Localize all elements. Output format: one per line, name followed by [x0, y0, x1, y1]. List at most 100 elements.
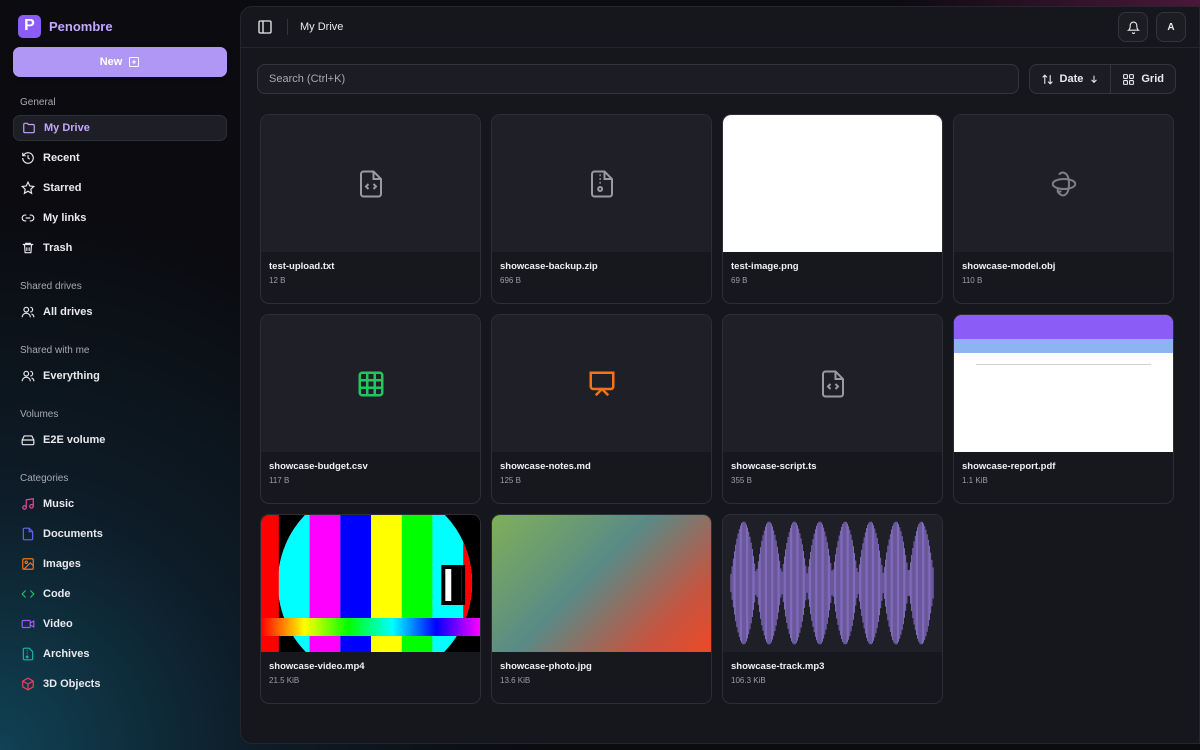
file-card[interactable]: showcase-backup.zip 696 B: [491, 114, 712, 304]
file-card[interactable]: showcase-photo.jpg 13.6 KiB: [491, 514, 712, 704]
sidebar-item-label: Video: [43, 618, 73, 630]
file-card[interactable]: showcase-notes.md 125 B: [491, 314, 712, 504]
file-size: 696 B: [500, 276, 521, 285]
view-mode-label: Grid: [1141, 73, 1164, 85]
file-thumbnail: [723, 315, 942, 452]
sidebar-item-archives[interactable]: Archives: [13, 641, 227, 667]
file-name: showcase-budget.csv: [269, 461, 368, 472]
file-code-icon: [359, 170, 382, 197]
image-icon: [22, 558, 34, 570]
archive-icon: [22, 647, 34, 661]
sidebar-item-label: Images: [43, 558, 81, 570]
plus-square-icon: [129, 57, 140, 67]
sidebar-item-everything[interactable]: Everything: [13, 363, 227, 389]
arrow-down-icon: [1091, 75, 1098, 84]
pdf-preview-header: [954, 315, 1173, 339]
sidebar-item-music[interactable]: Music: [13, 491, 227, 517]
sort-button[interactable]: Date: [1030, 65, 1111, 93]
spreadsheet-icon: [358, 371, 383, 396]
file-name: test-image.png: [731, 261, 799, 272]
file-size: 106.3 KiB: [731, 676, 766, 685]
sidebar-item-label: Code: [43, 588, 71, 600]
sidebar-item-label: Everything: [43, 370, 100, 382]
file-card[interactable]: showcase-report.pdf 1.1 KiB: [953, 314, 1174, 504]
breadcrumb[interactable]: My Drive: [300, 21, 343, 33]
file-size: 125 B: [500, 476, 521, 485]
brand[interactable]: P Penombre: [13, 0, 227, 52]
file-thumbnail: [954, 115, 1173, 252]
file-card[interactable]: showcase-model.obj 110 B: [953, 114, 1174, 304]
sidebar-item-label: Recent: [43, 152, 80, 164]
test-pattern-preview: [261, 515, 480, 652]
rotate-3d-icon: [1051, 171, 1076, 196]
file-card[interactable]: test-upload.txt 12 B: [260, 114, 481, 304]
sidebar-item-label: My Drive: [44, 122, 90, 134]
view-mode-button[interactable]: Grid: [1110, 65, 1175, 93]
file-size: 117 B: [269, 476, 290, 485]
section-title-shared-drives: Shared drives: [20, 281, 82, 292]
file-card[interactable]: showcase-video.mp4 21.5 KiB: [260, 514, 481, 704]
grid-icon: [1123, 73, 1135, 85]
link-icon: [21, 214, 35, 222]
cube-icon: [22, 677, 34, 691]
document-icon: [22, 527, 34, 541]
file-name: showcase-script.ts: [731, 461, 817, 472]
sidebar-item-starred[interactable]: Starred: [13, 175, 227, 201]
sidebar-item-label: All drives: [43, 306, 93, 318]
avatar[interactable]: A: [1156, 12, 1186, 42]
sidebar-item-images[interactable]: Images: [13, 551, 227, 577]
file-size: 21.5 KiB: [269, 676, 300, 685]
topbar-actions: A: [1118, 12, 1186, 42]
sidebar-item-recent[interactable]: Recent: [13, 145, 227, 171]
new-button[interactable]: New: [13, 47, 227, 77]
sidebar-toggle-icon[interactable]: [257, 19, 273, 35]
sidebar-item-all-drives[interactable]: All drives: [13, 299, 227, 325]
file-size: 13.6 KiB: [500, 676, 531, 685]
section-title-categories: Categories: [20, 473, 69, 484]
notifications-button[interactable]: [1118, 12, 1148, 42]
topbar: My Drive A: [241, 7, 1199, 48]
file-name: showcase-video.mp4: [269, 661, 365, 672]
file-name: showcase-track.mp3: [731, 661, 825, 672]
file-name: showcase-report.pdf: [962, 461, 1056, 472]
video-icon: [21, 619, 35, 629]
sidebar-item-code[interactable]: Code: [13, 581, 227, 607]
sidebar-item-label: My links: [43, 212, 87, 224]
sidebar-item-my-drive[interactable]: My Drive: [13, 115, 227, 141]
file-size: 355 B: [731, 476, 752, 485]
image-preview: [723, 115, 942, 252]
sidebar-item-documents[interactable]: Documents: [13, 521, 227, 547]
file-size: 12 B: [269, 276, 286, 285]
file-card[interactable]: showcase-track.mp3 106.3 KiB: [722, 514, 943, 704]
video-preview: [261, 515, 480, 652]
sidebar-item-label: E2E volume: [43, 434, 106, 446]
file-thumbnail: [261, 115, 480, 252]
file-card[interactable]: showcase-script.ts 355 B: [722, 314, 943, 504]
file-name: showcase-backup.zip: [500, 261, 598, 272]
view-controls: Date Grid: [1028, 64, 1176, 94]
trash-icon: [22, 242, 34, 254]
pdf-preview-subheader: [954, 339, 1173, 353]
topbar-divider: [287, 19, 288, 35]
sidebar-item-e2e-volume[interactable]: E2E volume: [13, 427, 227, 453]
history-icon: [22, 152, 34, 164]
file-thumbnail: [492, 315, 711, 452]
file-thumbnail: [261, 315, 480, 452]
section-title-general: General: [20, 97, 56, 108]
audio-preview: [723, 515, 942, 652]
file-thumbnail: [492, 115, 711, 252]
sidebar-item-my-links[interactable]: My links: [13, 205, 227, 231]
code-icon: [21, 590, 35, 598]
sidebar-item-label: Archives: [43, 648, 90, 660]
pdf-preview: [954, 315, 1173, 452]
sidebar-item-video[interactable]: Video: [13, 611, 227, 637]
file-card[interactable]: test-image.png 69 B: [722, 114, 943, 304]
file-card[interactable]: showcase-budget.csv 117 B: [260, 314, 481, 504]
bell-icon: [1126, 21, 1140, 34]
sidebar: P Penombre New General My Drive Recent S…: [0, 0, 240, 750]
search-input[interactable]: Search (Ctrl+K): [257, 64, 1019, 94]
sidebar-item-3d-objects[interactable]: 3D Objects: [13, 671, 227, 697]
new-button-label: New: [99, 56, 123, 68]
sidebar-item-trash[interactable]: Trash: [13, 235, 227, 261]
sidebar-item-label: 3D Objects: [43, 678, 101, 690]
